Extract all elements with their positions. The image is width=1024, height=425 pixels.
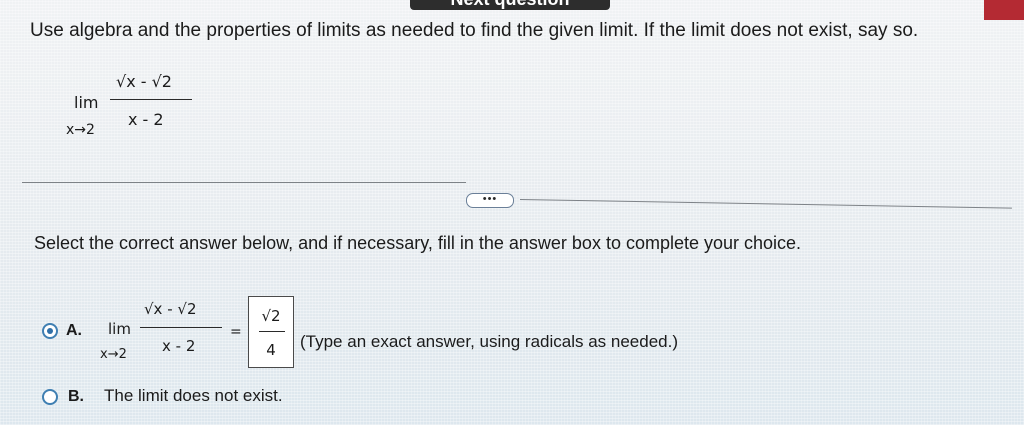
answer-input-box[interactable]: √2 4 <box>248 296 294 368</box>
corner-accent <box>984 0 1024 20</box>
option-a-limit-word: lim <box>108 320 131 338</box>
question-numerator: √x - √2 <box>116 72 172 91</box>
option-a-denominator: x - 2 <box>162 337 196 355</box>
option-a-limit-subscript: x→2 <box>100 347 127 362</box>
section-divider-right <box>519 199 1012 209</box>
option-b-radio[interactable] <box>42 389 58 405</box>
answer-denominator: 4 <box>266 341 276 359</box>
question-limit-word: lim <box>74 93 99 112</box>
more-options-button[interactable]: ••• <box>466 193 514 208</box>
question-denominator: x - 2 <box>128 110 164 129</box>
option-a-radio[interactable] <box>42 323 58 339</box>
option-a-fraction-bar <box>140 327 222 328</box>
section-divider-left <box>22 182 466 183</box>
question-prompt: Use algebra and the properties of limits… <box>30 20 919 41</box>
answer-hint: (Type an exact answer, using radicals as… <box>300 332 678 351</box>
option-b-letter: B. <box>68 388 84 405</box>
answer-instruction: Select the correct answer below, and if … <box>34 233 802 253</box>
answer-fraction-bar <box>259 331 285 332</box>
question-fraction-bar <box>110 99 192 100</box>
option-b-text: The limit does not exist. <box>104 386 283 405</box>
next-question-label: Next question <box>410 0 610 10</box>
option-a-equals: = <box>230 324 242 340</box>
option-a-numerator: √x - √2 <box>144 300 197 318</box>
answer-numerator: √2 <box>261 307 281 325</box>
question-limit-subscript: x→2 <box>66 122 95 138</box>
next-question-tab[interactable]: Next question <box>410 0 610 10</box>
option-a-letter: A. <box>66 322 82 339</box>
